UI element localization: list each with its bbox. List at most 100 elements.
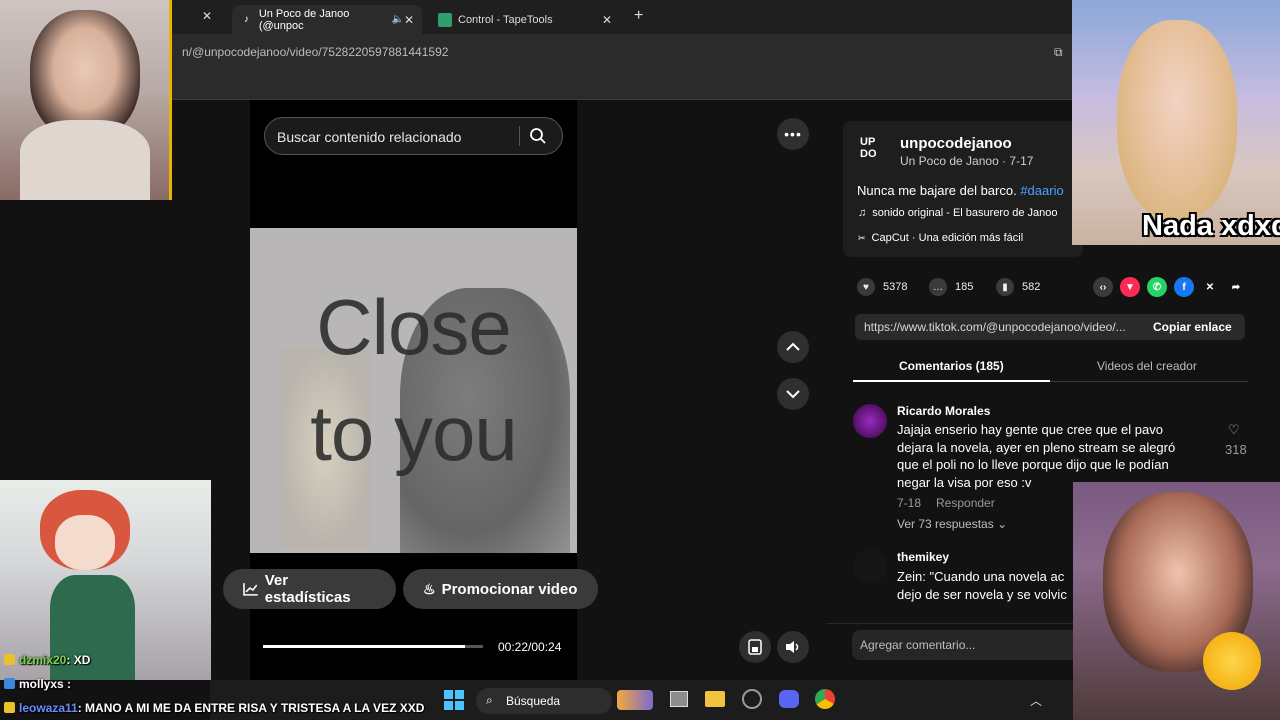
webcam-top-left [0, 0, 172, 200]
promote-video-button[interactable]: ♨ Promocionar video [403, 569, 598, 609]
comment-author[interactable]: Ricardo Morales [897, 404, 990, 418]
speaker-icon[interactable]: 🔈 [391, 14, 403, 25]
sound-label: sonido original - El basurero de Janoo [872, 207, 1058, 219]
stream-chat: dzmix20: XD mollyxs : leowaza11: MANO A … [0, 650, 460, 720]
comment-date: 7-18 [897, 496, 922, 510]
promote-video-label: Promocionar video [441, 580, 578, 598]
volume-icon[interactable] [777, 631, 809, 663]
search-icon[interactable] [529, 127, 547, 145]
comment-author[interactable]: themikey [897, 550, 949, 564]
close-tab-icon[interactable]: ✕ [202, 9, 212, 23]
comment-placeholder: Agregar comentario... [860, 638, 976, 652]
comment-line: que el poli no lo lleve porque dijo que … [897, 457, 1169, 472]
search-divider [519, 126, 520, 146]
comment-input[interactable]: Agregar comentario... [852, 630, 1082, 660]
embed-icon[interactable]: ‹› [1093, 277, 1113, 297]
more-options-icon[interactable]: ••• [777, 118, 809, 150]
capcut-label: CapCut · Una edición más fácil [871, 232, 1024, 244]
capcut-icon: ✂ [858, 233, 866, 243]
chat-user: leowaza11 [19, 701, 78, 715]
chevron-down-icon: ⌄ [997, 517, 1008, 531]
task-view-icon[interactable] [670, 691, 688, 707]
taskbar-search[interactable]: ⌕ Búsqueda [476, 688, 612, 714]
chat-user: mollyxs [19, 677, 64, 691]
previous-video-icon[interactable] [777, 331, 809, 363]
streamer-head [1117, 20, 1237, 220]
search-placeholder: Buscar contenido relacionado [277, 129, 462, 145]
address-url[interactable]: n/@unpocodejanoo/video/75282205978814415… [182, 45, 448, 59]
whatsapp-icon[interactable]: ✆ [1147, 277, 1167, 297]
chat-message: leowaza11: MANO A MI ME DA ENTRE RISA Y … [4, 701, 424, 715]
view-stats-label: Ver estadísticas [264, 572, 351, 606]
chrome-icon[interactable] [815, 689, 835, 709]
comment-like-icon[interactable]: ♡ [1228, 422, 1240, 438]
like-button[interactable]: ♥ 5378 [857, 278, 907, 296]
heart-icon: ♥ [857, 278, 875, 296]
pip-icon[interactable] [739, 631, 771, 663]
overlay-caption: Nada xdxd [1142, 210, 1280, 242]
new-tab-icon[interactable]: + [634, 7, 643, 25]
send-icon[interactable]: ▼ [1120, 277, 1140, 297]
close-tab-icon[interactable]: ✕ [404, 13, 414, 27]
x-icon[interactable]: ✕ [1200, 277, 1220, 297]
comment-line: Jajaja enserio hay gente que cree que el… [897, 422, 1163, 437]
search-icon: ⌕ [486, 693, 493, 707]
tab-label: Un Poco de Janoo (@unpoc [258, 7, 350, 32]
bookmark-icon: ▮ [996, 278, 1014, 296]
avatar[interactable] [853, 549, 887, 583]
webcam-bottom-right [1073, 482, 1280, 720]
chat-message: dzmix20: XD [4, 653, 90, 667]
tab-tapetools[interactable]: Control - TapeTools ✕ [430, 5, 620, 34]
video-link[interactable]: https://www.tiktok.com/@unpocodejanoo/vi… [864, 320, 1126, 334]
save-button[interactable]: ▮ 582 [996, 278, 1040, 296]
streamer-shirt [20, 120, 150, 200]
view-stats-button[interactable]: Ver estadísticas [223, 569, 396, 609]
music-note-icon: ♫ [858, 207, 867, 219]
related-search-input[interactable]: Buscar contenido relacionado [264, 117, 563, 155]
save-count: 582 [1022, 281, 1041, 293]
close-tab-icon[interactable]: ✕ [602, 13, 612, 27]
chat-text: : MANO A MI ME DA ENTRE RISA Y TRISTESA … [77, 701, 425, 715]
comment-text: Zein: "Cuando una novela ac dejo de ser … [897, 568, 1067, 603]
tab-tiktok[interactable]: ♪ Un Poco de Janoo (@unpoc 🔈 ✕ [232, 5, 422, 34]
comment-line: Zein: "Cuando una novela ac [897, 569, 1065, 584]
comment-icon: … [929, 278, 947, 296]
author-username[interactable]: unpocodejanoo [900, 135, 1012, 152]
tapetools-icon [438, 12, 452, 27]
comment-button[interactable]: … 185 [929, 278, 973, 296]
chat-text: : XD [66, 653, 91, 667]
caption-text: Nunca me bajare del barco. [857, 183, 1017, 198]
widget-icon[interactable] [617, 690, 653, 710]
file-explorer-icon[interactable] [705, 691, 725, 707]
sound-row[interactable]: ♫ sonido original - El basurero de Janoo [858, 207, 1058, 219]
view-replies-button[interactable]: Ver 73 respuestas ⌄ [897, 517, 1007, 531]
progress-fill [263, 645, 466, 648]
obs-icon[interactable] [742, 689, 762, 709]
next-video-icon[interactable] [777, 378, 809, 410]
discord-icon[interactable] [779, 690, 799, 708]
share-arrow-icon[interactable]: ➦ [1226, 277, 1246, 297]
video-overlay-text: to you [310, 389, 517, 477]
video-time: 00:22/00:24 [498, 640, 562, 654]
like-count: 5378 [883, 281, 908, 293]
anime-face [55, 515, 115, 570]
link-box: https://www.tiktok.com/@unpocodejanoo/vi… [855, 314, 1245, 340]
chat-text: : [67, 677, 72, 691]
tab-comments[interactable]: Comentarios (185) [899, 359, 1004, 373]
comment-text: Jajaja enserio hay gente que cree que el… [897, 421, 1175, 491]
address-bar[interactable]: n/@unpocodejanoo/video/75282205978814415… [172, 34, 1072, 70]
cast-icon[interactable]: ⧉ [1054, 45, 1063, 60]
badge-icon [4, 678, 15, 689]
tab-creator-videos[interactable]: Videos del creador [1097, 359, 1197, 373]
emoji-sticker [1203, 632, 1261, 690]
video-player[interactable]: Close to you [250, 228, 577, 553]
capcut-row[interactable]: ✂ CapCut · Una edición más fácil [858, 232, 1023, 244]
avatar[interactable]: UP DO [860, 136, 890, 166]
chevron-up-icon[interactable]: ︿ [1030, 692, 1042, 709]
reply-button[interactable]: Responder [936, 496, 995, 510]
avatar[interactable] [853, 404, 887, 438]
active-tab-indicator [853, 380, 1050, 382]
hashtag-link[interactable]: #daario [1020, 183, 1063, 198]
facebook-icon[interactable]: f [1174, 277, 1194, 297]
copy-link-button[interactable]: Copiar enlace [1153, 320, 1232, 334]
